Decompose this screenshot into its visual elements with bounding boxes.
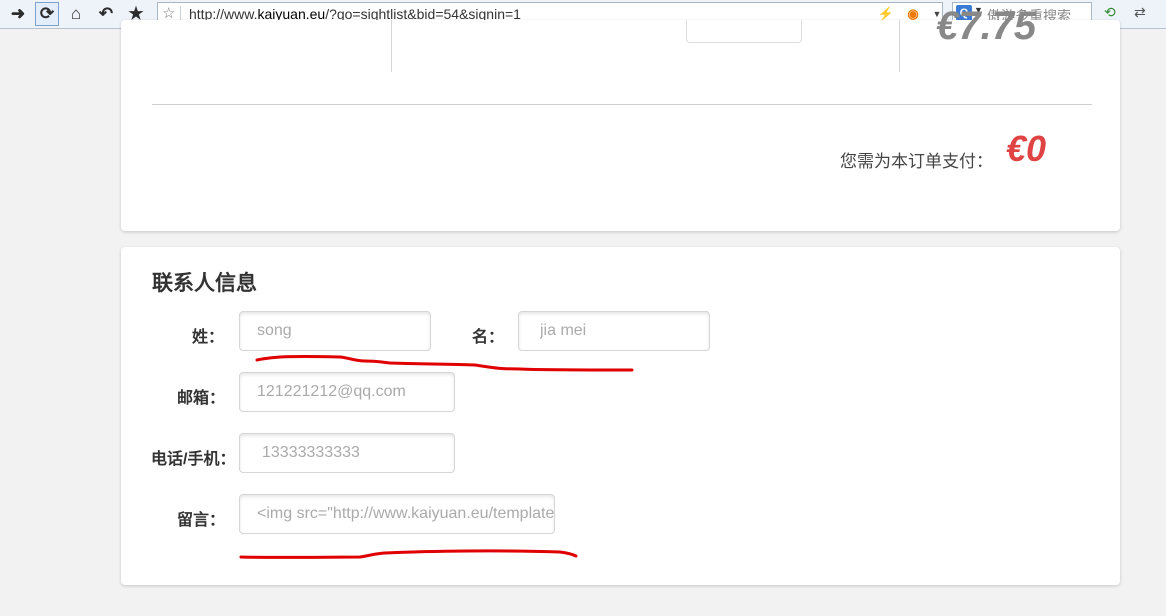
email-input[interactable]	[239, 372, 455, 412]
surname-input[interactable]	[239, 311, 431, 351]
column-divider	[899, 20, 900, 72]
quantity-box[interactable]	[686, 20, 802, 43]
forward-icon[interactable]: ➜	[6, 2, 30, 26]
divider	[152, 104, 1092, 105]
home-icon[interactable]: ⌂	[64, 2, 88, 26]
translate-icon[interactable]: ⟲	[1104, 4, 1116, 21]
message-label: 留言：	[177, 512, 226, 529]
address-divider	[180, 6, 181, 21]
contact-title: 联系人信息	[152, 272, 257, 295]
contact-info-panel: 联系人信息 姓： 名： 邮箱： 电话/手机： 留言：	[121, 247, 1120, 585]
refresh-icon[interactable]: ⟳	[35, 2, 59, 26]
order-summary-panel: €7.75 您需为本订单支付： €0	[121, 4, 1120, 231]
given-name-input[interactable]	[518, 311, 710, 351]
undo-icon[interactable]: ↶	[94, 2, 118, 26]
message-input[interactable]	[239, 494, 555, 534]
phone-input[interactable]	[239, 433, 455, 473]
phone-label: 电话/手机：	[151, 451, 236, 468]
column-divider	[391, 20, 392, 72]
pay-label: 您需为本订单支付：	[840, 152, 993, 171]
surname-label: 姓：	[192, 329, 225, 346]
email-label: 邮箱：	[177, 390, 226, 407]
given-name-label: 名：	[472, 329, 505, 346]
item-price: €7.75	[936, 4, 1037, 48]
pay-amount: €0	[1006, 128, 1047, 169]
dictionary-icon[interactable]: ⇄	[1134, 4, 1146, 21]
